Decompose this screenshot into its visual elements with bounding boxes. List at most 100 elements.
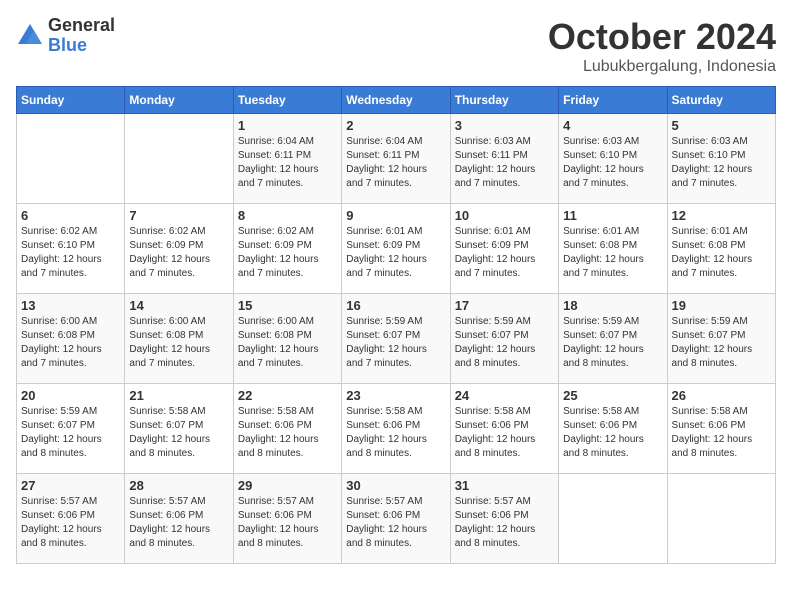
day-info: Sunrise: 5:57 AM Sunset: 6:06 PM Dayligh… [129, 495, 228, 551]
header-day: Sunday [17, 87, 125, 114]
calendar-cell: 7Sunrise: 6:02 AM Sunset: 6:09 PM Daylig… [125, 204, 233, 294]
day-info: Sunrise: 5:59 AM Sunset: 6:07 PM Dayligh… [563, 315, 662, 371]
day-number: 23 [346, 388, 445, 403]
day-info: Sunrise: 5:58 AM Sunset: 6:06 PM Dayligh… [455, 405, 554, 461]
day-info: Sunrise: 6:00 AM Sunset: 6:08 PM Dayligh… [129, 315, 228, 371]
header-day: Wednesday [342, 87, 450, 114]
day-info: Sunrise: 6:00 AM Sunset: 6:08 PM Dayligh… [238, 315, 337, 371]
calendar-cell: 28 Sunrise: 5:57 AM Sunset: 6:06 PM Dayli… [125, 474, 233, 564]
calendar-cell: 5 Sunrise: 6:03 AM Sunset: 6:10 PM Daylig… [667, 114, 775, 204]
day-info: Sunrise: 6:04 AM Sunset: 6:11 PM Dayligh… [346, 135, 445, 191]
calendar-week-row: 27 Sunrise: 5:57 AM Sunset: 6:06 PM Dayli… [17, 474, 776, 564]
day-number: 3 [455, 118, 554, 133]
calendar-cell: 16 Sunrise: 5:59 AM Sunset: 6:07 PM Dayli… [342, 294, 450, 384]
day-info: Sunrise: 6:03 AM Sunset: 6:10 PM Dayligh… [672, 135, 771, 191]
day-info: Sunrise: 5:57 AM Sunset: 6:06 PM Dayligh… [238, 495, 337, 551]
day-number: 27 [21, 478, 120, 493]
calendar-cell: 3 Sunrise: 6:03 AM Sunset: 6:11 PM Daylig… [450, 114, 558, 204]
calendar-cell: 15 Sunrise: 6:00 AM Sunset: 6:08 PM Dayli… [233, 294, 341, 384]
day-info: Sunrise: 6:01 AM Sunset: 6:08 PM Dayligh… [563, 225, 662, 281]
calendar-week-row: 13 Sunrise: 6:00 AM Sunset: 6:08 PM Dayli… [17, 294, 776, 384]
calendar-cell: 17Sunrise: 5:59 AM Sunset: 6:07 PM Dayli… [450, 294, 558, 384]
calendar-cell: 12 Sunrise: 6:01 AM Sunset: 6:08 PM Dayli… [667, 204, 775, 294]
day-number: 1 [238, 118, 337, 133]
day-number: 31 [455, 478, 554, 493]
day-number: 25 [563, 388, 662, 403]
day-info: Sunrise: 6:03 AM Sunset: 6:11 PM Dayligh… [455, 135, 554, 191]
calendar-cell: 14Sunrise: 6:00 AM Sunset: 6:08 PM Dayli… [125, 294, 233, 384]
calendar-cell: 8 Sunrise: 6:02 AM Sunset: 6:09 PM Daylig… [233, 204, 341, 294]
calendar-cell: 4Sunrise: 6:03 AM Sunset: 6:10 PM Daylig… [559, 114, 667, 204]
calendar-header: SundayMondayTuesdayWednesdayThursdayFrid… [17, 87, 776, 114]
logo-general-text: General [48, 16, 115, 36]
calendar-cell: 6Sunrise: 6:02 AM Sunset: 6:10 PM Daylig… [17, 204, 125, 294]
calendar-cell: 22 Sunrise: 5:58 AM Sunset: 6:06 PM Dayli… [233, 384, 341, 474]
day-number: 6 [21, 208, 120, 223]
day-info: Sunrise: 5:57 AM Sunset: 6:06 PM Dayligh… [346, 495, 445, 551]
calendar-cell: 13 Sunrise: 6:00 AM Sunset: 6:08 PM Dayli… [17, 294, 125, 384]
calendar-cell: 20 Sunrise: 5:59 AM Sunset: 6:07 PM Dayli… [17, 384, 125, 474]
day-number: 13 [21, 298, 120, 313]
header-row: SundayMondayTuesdayWednesdayThursdayFrid… [17, 87, 776, 114]
calendar-cell [559, 474, 667, 564]
day-number: 21 [129, 388, 228, 403]
day-number: 5 [672, 118, 771, 133]
location-subtitle: Lubukbergalung, Indonesia [548, 58, 776, 76]
day-number: 9 [346, 208, 445, 223]
day-number: 19 [672, 298, 771, 313]
calendar-cell: 30 Sunrise: 5:57 AM Sunset: 6:06 PM Dayli… [342, 474, 450, 564]
day-number: 22 [238, 388, 337, 403]
day-info: Sunrise: 6:04 AM Sunset: 6:11 PM Dayligh… [238, 135, 337, 191]
day-number: 10 [455, 208, 554, 223]
day-info: Sunrise: 6:00 AM Sunset: 6:08 PM Dayligh… [21, 315, 120, 371]
day-number: 12 [672, 208, 771, 223]
day-number: 15 [238, 298, 337, 313]
day-number: 20 [21, 388, 120, 403]
day-info: Sunrise: 5:59 AM Sunset: 6:07 PM Dayligh… [21, 405, 120, 461]
calendar-cell: 24 Sunrise: 5:58 AM Sunset: 6:06 PM Dayli… [450, 384, 558, 474]
calendar-body: 1 Sunrise: 6:04 AM Sunset: 6:11 PM Daylig… [17, 114, 776, 564]
day-number: 17 [455, 298, 554, 313]
day-info: Sunrise: 6:01 AM Sunset: 6:09 PM Dayligh… [346, 225, 445, 281]
title-block: October 2024 Lubukbergalung, Indonesia [548, 16, 776, 76]
calendar-cell: 23 Sunrise: 5:58 AM Sunset: 6:06 PM Dayli… [342, 384, 450, 474]
day-info: Sunrise: 5:58 AM Sunset: 6:06 PM Dayligh… [346, 405, 445, 461]
day-info: Sunrise: 5:58 AM Sunset: 6:06 PM Dayligh… [238, 405, 337, 461]
day-number: 4 [563, 118, 662, 133]
month-title: October 2024 [548, 16, 776, 58]
calendar-cell [125, 114, 233, 204]
calendar-cell: 18Sunrise: 5:59 AM Sunset: 6:07 PM Dayli… [559, 294, 667, 384]
day-number: 24 [455, 388, 554, 403]
page-header: General Blue October 2024 Lubukbergalung… [16, 16, 776, 76]
calendar-table: SundayMondayTuesdayWednesdayThursdayFrid… [16, 86, 776, 564]
day-number: 2 [346, 118, 445, 133]
day-info: Sunrise: 5:58 AM Sunset: 6:06 PM Dayligh… [672, 405, 771, 461]
calendar-cell [17, 114, 125, 204]
day-info: Sunrise: 5:59 AM Sunset: 6:07 PM Dayligh… [346, 315, 445, 371]
day-number: 16 [346, 298, 445, 313]
day-number: 8 [238, 208, 337, 223]
calendar-cell [667, 474, 775, 564]
day-info: Sunrise: 6:02 AM Sunset: 6:09 PM Dayligh… [129, 225, 228, 281]
day-number: 11 [563, 208, 662, 223]
calendar-cell: 26Sunrise: 5:58 AM Sunset: 6:06 PM Dayli… [667, 384, 775, 474]
logo-blue-text: Blue [48, 36, 115, 56]
day-info: Sunrise: 6:01 AM Sunset: 6:08 PM Dayligh… [672, 225, 771, 281]
calendar-week-row: 6Sunrise: 6:02 AM Sunset: 6:10 PM Daylig… [17, 204, 776, 294]
header-day: Tuesday [233, 87, 341, 114]
header-day: Friday [559, 87, 667, 114]
day-number: 30 [346, 478, 445, 493]
day-info: Sunrise: 5:58 AM Sunset: 6:07 PM Dayligh… [129, 405, 228, 461]
calendar-cell: 19Sunrise: 5:59 AM Sunset: 6:07 PM Dayli… [667, 294, 775, 384]
header-day: Monday [125, 87, 233, 114]
calendar-cell: 10Sunrise: 6:01 AM Sunset: 6:09 PM Dayli… [450, 204, 558, 294]
day-info: Sunrise: 5:57 AM Sunset: 6:06 PM Dayligh… [455, 495, 554, 551]
calendar-cell: 29 Sunrise: 5:57 AM Sunset: 6:06 PM Dayli… [233, 474, 341, 564]
day-number: 28 [129, 478, 228, 493]
day-info: Sunrise: 5:57 AM Sunset: 6:06 PM Dayligh… [21, 495, 120, 551]
calendar-cell: 21 Sunrise: 5:58 AM Sunset: 6:07 PM Dayli… [125, 384, 233, 474]
day-number: 29 [238, 478, 337, 493]
calendar-week-row: 1 Sunrise: 6:04 AM Sunset: 6:11 PM Daylig… [17, 114, 776, 204]
calendar-week-row: 20 Sunrise: 5:59 AM Sunset: 6:07 PM Dayli… [17, 384, 776, 474]
day-info: Sunrise: 6:02 AM Sunset: 6:09 PM Dayligh… [238, 225, 337, 281]
